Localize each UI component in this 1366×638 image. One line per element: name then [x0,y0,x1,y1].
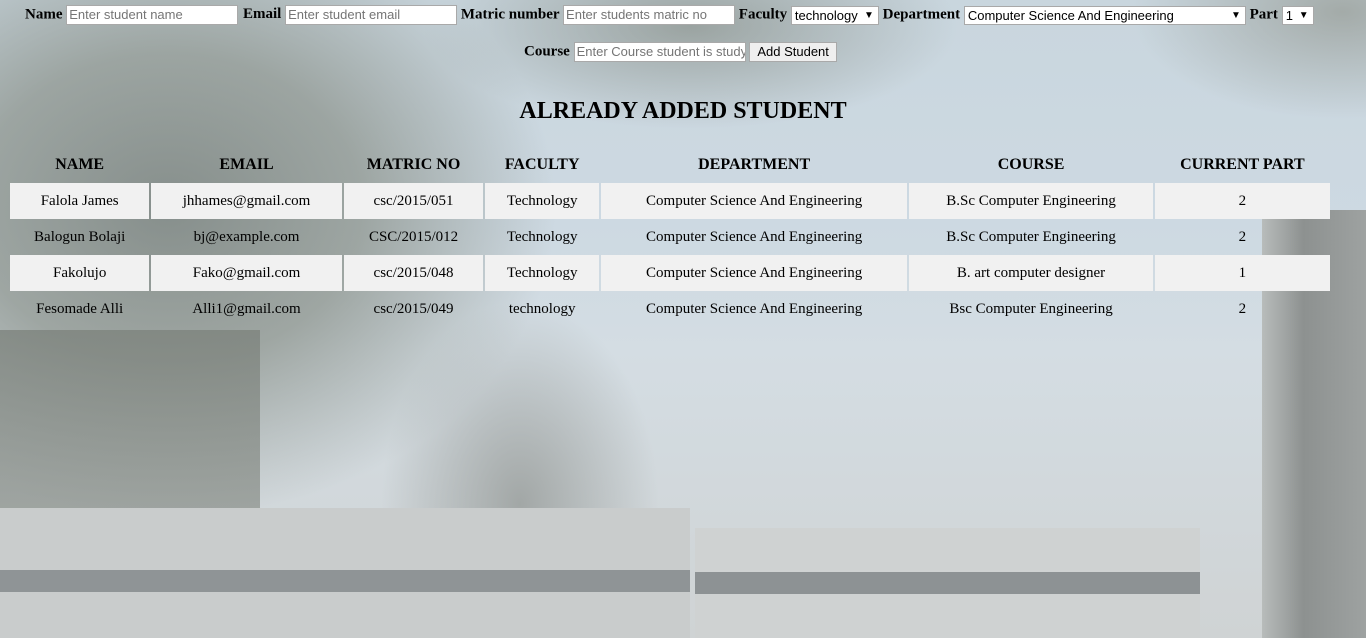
cell-course: B.Sc Computer Engineering [909,183,1153,219]
chevron-down-icon: ▼ [1298,9,1309,21]
cell-course: B.Sc Computer Engineering [946,228,1116,245]
cell-department: Computer Science And Engineering [646,228,863,245]
cell-faculty: Technology [506,228,578,245]
part-label: Part [1249,6,1278,23]
cell-name: Fakolujo [10,255,150,291]
cell-part: 2 [1238,228,1247,245]
form-row-main: Name Enter student name Email Enter stud… [25,5,1314,25]
students-table: NAME EMAIL MATRIC NO FACULTY DEPARTMENT … [8,149,1332,327]
cell-course: B. art computer designer [909,255,1153,291]
cell-department: Computer Science And Engineering [646,300,863,317]
department-label: Department [882,6,961,23]
part-select-value: 1 [1285,7,1293,23]
cell-name: Balogun Bolaji [34,228,126,245]
table-header-row: NAME EMAIL MATRIC NO FACULTY DEPARTMENT … [10,149,1330,181]
course-label: Course [524,43,570,60]
cell-department: Computer Science And Engineering [601,255,908,291]
cell-matric: csc/2015/051 [343,183,484,219]
chevron-down-icon: ▼ [1230,9,1241,21]
cell-email: bj@example.com [193,228,300,245]
table-row: Fakolujo Fako@gmail.com csc/2015/048 Tec… [10,255,1330,291]
cell-faculty: technology [508,300,576,317]
course-input[interactable]: Enter Course student is studying [573,42,746,62]
part-select[interactable]: 1 ▼ [1281,5,1314,25]
cell-name: Falola James [10,183,150,219]
header-course: COURSE [997,156,1065,173]
matric-input[interactable]: Enter students matric no [563,5,736,25]
faculty-select[interactable]: technology ▼ [790,5,879,25]
cell-email: jhhames@gmail.com [151,183,342,219]
header-email: EMAIL [219,156,274,173]
cell-course: Bsc Computer Engineering [949,300,1113,317]
cell-matric: csc/2015/048 [343,255,484,291]
department-select-value: Computer Science And Engineering [967,7,1174,23]
add-student-button[interactable]: Add Student [749,42,837,62]
faculty-select-value: technology [794,7,858,23]
faculty-label: Faculty [738,6,788,23]
department-select[interactable]: Computer Science And Engineering ▼ [963,5,1246,25]
page-title: ALREADY ADDED STUDENT [519,98,847,124]
matric-label: Matric number [460,6,560,23]
cell-part: 2 [1154,183,1330,219]
table-row: Falola James jhhames@gmail.com csc/2015/… [10,183,1330,219]
name-input[interactable]: Enter student name [66,5,239,25]
table-row: Balogun Bolaji bj@example.com CSC/2015/0… [10,219,1330,255]
cell-email: Fako@gmail.com [151,255,342,291]
cell-part: 1 [1154,255,1330,291]
header-faculty: FACULTY [504,156,580,173]
cell-matric: CSC/2015/012 [368,228,459,245]
form-row-course: Course Enter Course student is studying … [524,42,837,62]
cell-name: Fesomade Alli [36,300,124,317]
cell-email: Alli1@gmail.com [192,300,301,317]
cell-faculty: Technology [485,255,599,291]
header-matric: MATRIC NO [366,156,461,173]
name-label: Name [25,6,63,23]
header-current-part: CURRENT PART [1180,156,1305,173]
cell-matric: csc/2015/049 [373,300,454,317]
chevron-down-icon: ▼ [863,9,874,21]
header-name: NAME [55,156,105,173]
cell-part: 2 [1238,300,1247,317]
cell-department: Computer Science And Engineering [601,183,908,219]
cell-faculty: Technology [485,183,599,219]
email-label: Email [243,6,282,23]
email-input[interactable]: Enter student email [285,5,458,25]
header-department: DEPARTMENT [698,156,811,173]
table-row: Fesomade Alli Alli1@gmail.com csc/2015/0… [10,291,1330,327]
